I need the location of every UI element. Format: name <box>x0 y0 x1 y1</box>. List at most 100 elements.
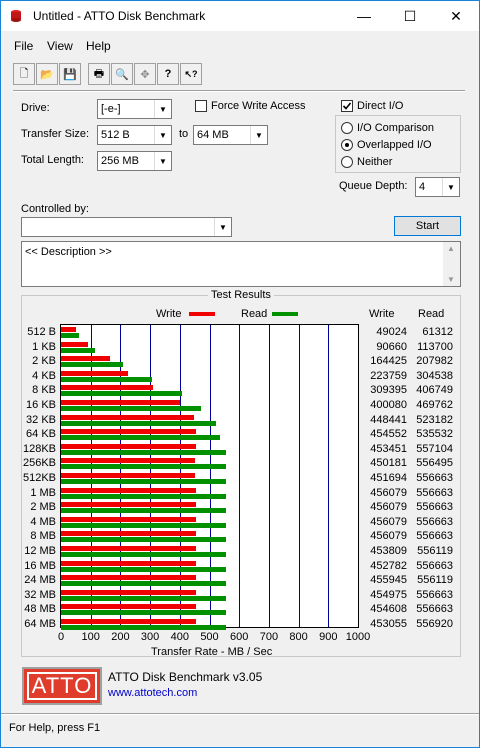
io-comparison-radio[interactable] <box>341 122 353 134</box>
category-label: 24 MB <box>24 574 56 587</box>
write-value: 456079 <box>370 486 407 499</box>
category-label: 4 KB <box>32 369 56 382</box>
queue-depth-select[interactable]: 4 ▼ <box>415 177 460 197</box>
legend-write-swatch <box>189 312 215 316</box>
print-button[interactable]: 🖶 <box>88 63 110 85</box>
save-button[interactable]: 💾 <box>59 63 81 85</box>
read-value: 556663 <box>416 530 453 543</box>
controlled-by-label: Controlled by: <box>21 203 89 215</box>
write-bar <box>61 385 153 391</box>
chevron-down-icon: ▼ <box>154 100 171 118</box>
read-value: 556495 <box>416 457 453 470</box>
open-button[interactable]: 📂 <box>36 63 58 85</box>
description-field[interactable]: << Description >> ▲ ▼ <box>21 241 461 287</box>
write-bar <box>61 560 196 566</box>
neither-radio[interactable] <box>341 156 353 168</box>
write-bar <box>61 502 197 508</box>
write-value: 448441 <box>370 413 407 426</box>
total-length-select[interactable]: 256 MB ▼ <box>97 151 172 171</box>
write-bar <box>61 400 180 405</box>
help-button[interactable]: ? <box>157 63 179 85</box>
title-bar: Untitled - ATTO Disk Benchmark — ☐ ✕ <box>1 1 479 31</box>
read-value: 557104 <box>416 442 453 455</box>
app-version: ATTO Disk Benchmark v3.05 <box>108 670 263 684</box>
close-button[interactable]: ✕ <box>433 1 479 31</box>
write-value: 400080 <box>370 399 407 411</box>
write-bar <box>61 473 196 478</box>
checkmark-icon <box>342 102 352 110</box>
category-label: 4 MB <box>30 515 56 528</box>
overlapped-io-radio[interactable] <box>341 139 353 151</box>
read-bar <box>61 420 217 426</box>
force-write-checkbox[interactable] <box>195 100 207 112</box>
read-value: 556663 <box>416 472 453 484</box>
website-link[interactable]: www.attotech.com <box>108 687 197 699</box>
scroll-down-icon: ▼ <box>447 275 455 284</box>
read-bar <box>61 333 80 338</box>
direct-io-checkbox[interactable] <box>341 100 353 112</box>
transfer-from-value: 512 B <box>101 129 130 141</box>
read-value: 469762 <box>416 399 453 411</box>
read-value: 556663 <box>416 559 453 572</box>
chevron-down-icon: ▼ <box>442 178 459 196</box>
read-bar <box>61 566 227 572</box>
description-scrollbar[interactable]: ▲ ▼ <box>443 242 460 286</box>
benchmark-chart <box>60 324 359 630</box>
write-value: 90660 <box>376 340 407 353</box>
neither-label: Neither <box>357 156 393 168</box>
read-value: 556663 <box>416 588 453 601</box>
context-help-button[interactable]: ↖? <box>180 63 202 85</box>
chevron-down-icon: ▼ <box>154 152 171 170</box>
menu-help[interactable]: Help <box>86 39 111 53</box>
read-bar <box>61 625 227 630</box>
read-bar <box>61 449 227 455</box>
read-value: 113700 <box>417 340 453 353</box>
write-bar <box>61 458 195 464</box>
start-button[interactable]: Start <box>394 216 461 236</box>
transfer-to-select[interactable]: 64 MB ▼ <box>193 125 268 145</box>
read-bar <box>61 347 95 353</box>
maximize-button[interactable]: ☐ <box>387 1 433 31</box>
write-bar <box>61 575 197 581</box>
scroll-up-icon: ▲ <box>447 244 455 253</box>
write-value: 49024 <box>376 326 407 338</box>
drive-select[interactable]: [-e-] ▼ <box>97 99 172 119</box>
legend-read-label: Read <box>241 308 268 320</box>
category-label: 1 MB <box>30 486 56 499</box>
menu-view[interactable]: View <box>47 39 73 53</box>
open-icon: 📂 <box>40 68 54 81</box>
write-bar <box>61 414 195 420</box>
drive-value: [-e-] <box>101 103 121 115</box>
write-value: 456079 <box>370 501 407 514</box>
write-bar <box>61 443 196 449</box>
category-label: 64 MB <box>24 618 56 630</box>
transfer-from-select[interactable]: 512 B ▼ <box>97 125 172 145</box>
queue-depth-label: Queue Depth: <box>339 180 408 192</box>
chevron-down-icon: ▼ <box>154 126 171 144</box>
print-preview-icon: 🔍 <box>115 68 129 81</box>
chevron-down-icon: ▼ <box>214 218 231 236</box>
test-results-title: Test Results <box>208 289 274 301</box>
overlapped-io-label: Overlapped I/O <box>357 139 432 151</box>
write-bar <box>61 487 197 493</box>
total-length-label: Total Length: <box>21 154 84 166</box>
move-button[interactable]: ✥ <box>134 63 156 85</box>
category-label: 512 B <box>27 326 56 338</box>
category-label: 16 MB <box>24 559 56 572</box>
write-bar <box>61 589 197 595</box>
controlled-by-select[interactable]: ▼ <box>21 217 232 237</box>
grid-line <box>298 325 300 627</box>
minimize-icon: — <box>357 8 371 24</box>
help-icon: ? <box>164 68 172 80</box>
new-button[interactable]: 🗋 <box>13 63 35 85</box>
read-bar <box>61 464 227 470</box>
read-bar <box>61 435 221 441</box>
minimize-button[interactable]: — <box>341 1 387 31</box>
write-value: 454975 <box>370 588 407 601</box>
close-icon: ✕ <box>450 7 462 24</box>
print-preview-button[interactable]: 🔍 <box>111 63 133 85</box>
category-label: 8 KB <box>32 384 56 397</box>
write-value: 452782 <box>370 559 407 572</box>
write-value: 223759 <box>370 369 407 382</box>
menu-file[interactable]: File <box>14 39 33 53</box>
